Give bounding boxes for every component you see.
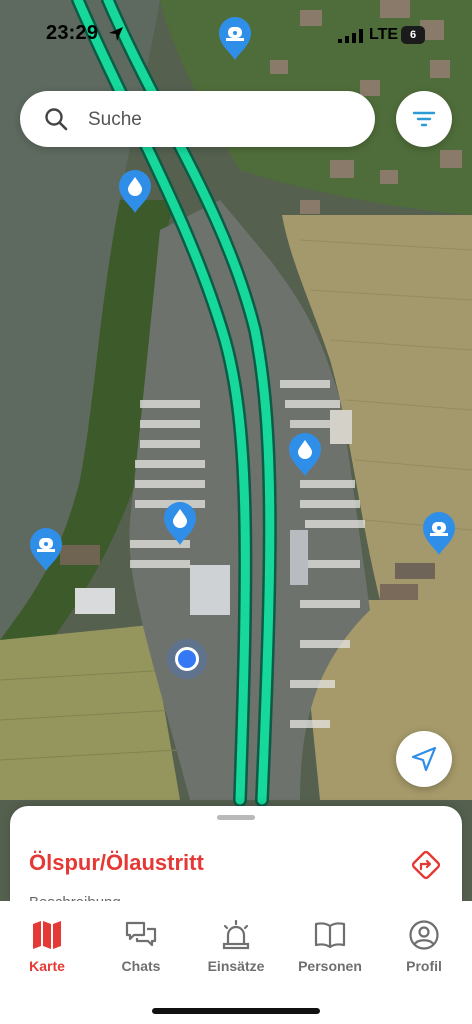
signal-icon xyxy=(338,29,363,43)
tab-label: Einsätze xyxy=(207,958,265,974)
oil-drop-marker-icon[interactable] xyxy=(287,431,323,477)
oil-drop-marker-icon[interactable] xyxy=(117,168,153,214)
network-type: LTE xyxy=(369,26,399,43)
battery-icon: 6 xyxy=(401,26,425,44)
user-location-dot xyxy=(175,647,199,671)
navigation-arrow-icon xyxy=(411,746,437,772)
locate-me-button[interactable] xyxy=(396,731,452,787)
map-icon xyxy=(33,921,61,949)
siren-icon xyxy=(222,920,250,950)
tab-karte[interactable]: Karte xyxy=(0,920,94,980)
tab-label: Karte xyxy=(29,958,65,974)
tab-profil[interactable]: Profil xyxy=(377,920,471,980)
tab-chats[interactable]: Chats xyxy=(94,920,188,980)
tab-label: Personen xyxy=(298,958,362,974)
tab-personen[interactable]: Personen xyxy=(283,920,377,980)
sheet-grabber[interactable] xyxy=(217,815,255,820)
search-bar[interactable] xyxy=(20,91,375,147)
location-arrow-icon xyxy=(109,27,123,41)
tab-bar: Karte Chats Einsätze Personen Profil xyxy=(0,901,472,1024)
siren-marker-icon[interactable] xyxy=(28,526,64,572)
tab-einsaetze[interactable]: Einsätze xyxy=(189,920,283,980)
siren-marker-icon[interactable] xyxy=(217,15,253,61)
search-input[interactable] xyxy=(86,103,360,137)
tab-label: Chats xyxy=(121,958,161,974)
siren-marker-icon[interactable] xyxy=(421,510,457,556)
incident-title: Ölspur/Ölaustritt xyxy=(29,850,204,875)
filter-icon xyxy=(412,111,436,127)
search-icon xyxy=(45,108,68,131)
status-time: 23:29 xyxy=(46,22,99,44)
tab-label: Profil xyxy=(406,958,442,974)
chat-icon xyxy=(125,921,157,947)
home-indicator xyxy=(152,1008,320,1014)
profile-icon xyxy=(409,920,439,950)
directions-icon[interactable] xyxy=(409,848,443,882)
filter-button[interactable] xyxy=(396,91,452,147)
oil-drop-marker-icon[interactable] xyxy=(162,500,198,546)
book-icon xyxy=(314,922,346,949)
